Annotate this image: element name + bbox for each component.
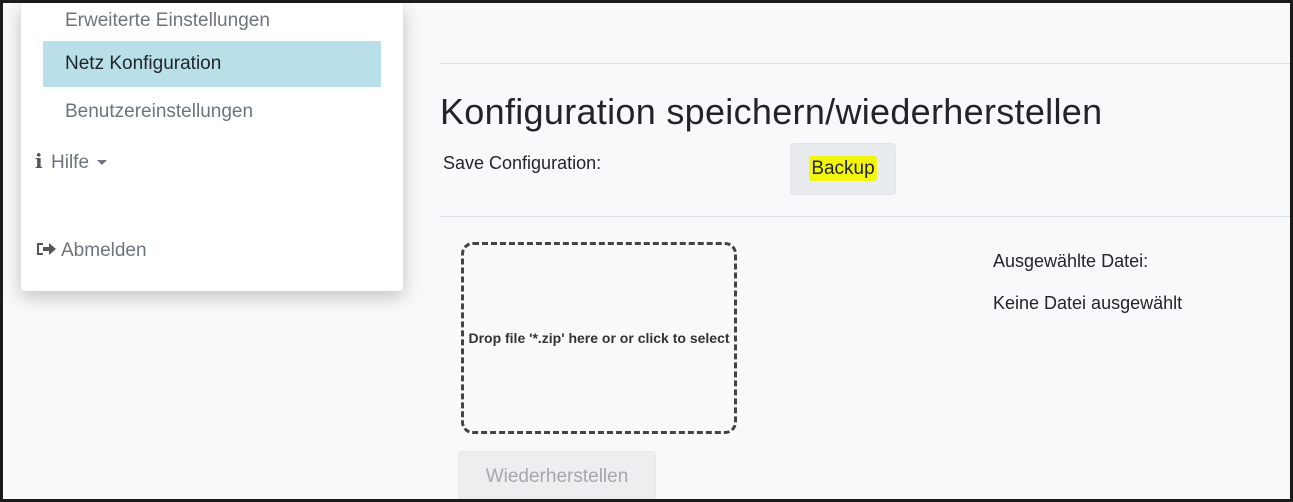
sign-out-icon (35, 240, 57, 258)
backup-button-label: Backup (809, 156, 877, 181)
divider (439, 216, 1290, 217)
dropzone-text: Drop file '*.zip' here or or click to se… (468, 329, 730, 346)
selected-file-label: Ausgewählte Datei: (993, 251, 1149, 271)
menu-item-label: Erweiterte Einstellungen (65, 10, 270, 31)
menu-item-netz-konfiguration[interactable]: Netz Konfiguration (43, 41, 381, 87)
save-configuration-label: Save Configuration: (443, 153, 602, 173)
menu-item-erweiterte-einstellungen[interactable]: Erweiterte Einstellungen (65, 9, 403, 33)
menu-item-label: Netz Konfiguration (65, 53, 222, 74)
file-dropzone[interactable]: Drop file '*.zip' here or or click to se… (461, 242, 737, 434)
menu-item-hilfe[interactable]: i Hilfe (35, 149, 373, 175)
dropdown-menu: Erweiterte Einstellungen Netz Konfigurat… (21, 3, 403, 291)
info-icon: i (35, 149, 43, 173)
page-title: Konfiguration speichern/wiederherstellen (440, 91, 1103, 132)
caret-down-icon (97, 160, 108, 166)
menu-item-label: Abmelden (61, 240, 147, 261)
app-window: Erweiterte Einstellungen Netz Konfigurat… (0, 0, 1293, 502)
divider (439, 63, 1290, 64)
menu-item-benutzereinstellungen[interactable]: Benutzereinstellungen (65, 100, 403, 124)
menu-item-abmelden[interactable]: Abmelden (35, 239, 373, 263)
restore-button[interactable]: Wiederherstellen (458, 451, 656, 499)
selected-file-value: Keine Datei ausgewählt (993, 293, 1183, 313)
menu-item-label: Hilfe (51, 152, 90, 173)
backup-button[interactable]: Backup (790, 143, 896, 195)
menu-item-label: Benutzereinstellungen (65, 101, 254, 122)
